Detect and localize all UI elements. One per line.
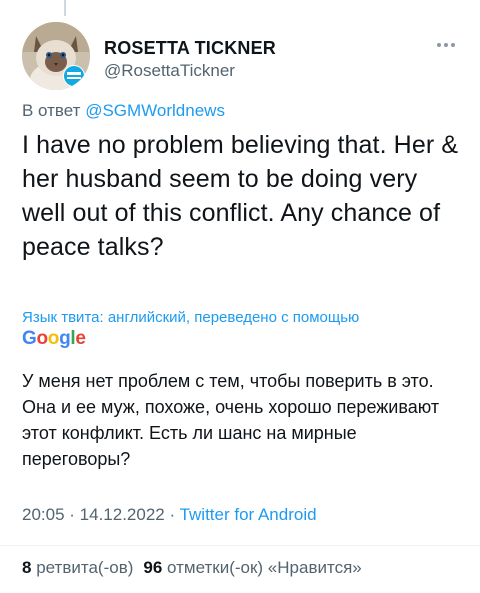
- tweet-meta: 20:05 · 14.12.2022 · Twitter for Android: [22, 504, 317, 526]
- retweets-label: ретвита(-ов): [36, 558, 134, 577]
- retweets-stat[interactable]: 8 ретвита(-ов): [22, 558, 133, 577]
- thread-connector-line: [64, 0, 66, 16]
- translated-tweet-text: У меня нет проблем с тем, чтобы поверить…: [22, 371, 440, 469]
- retweets-count: 8: [22, 558, 32, 577]
- avatar[interactable]: [22, 22, 90, 90]
- google-logo[interactable]: Google: [22, 327, 86, 351]
- tweet-stats: 8 ретвита(-ов) 96 отметки(-ок) «Нравится»: [22, 557, 362, 579]
- tweet-date[interactable]: 14.12.2022: [80, 505, 165, 524]
- likes-stat[interactable]: 96 отметки(-ок) «Нравится»: [143, 558, 361, 577]
- tweet-header: ROSETTA TICKNER @RosettaTickner: [22, 22, 464, 92]
- more-options-button[interactable]: [432, 36, 460, 54]
- meta-separator: ·: [164, 505, 180, 524]
- reply-context: В ответ @SGMWorldnews: [22, 100, 225, 122]
- tweet-text: I have no problem believing that. Her & …: [22, 131, 459, 261]
- user-block: ROSETTA TICKNER @RosettaTickner: [104, 37, 276, 82]
- divider: [0, 545, 480, 546]
- reply-prefix: В ответ: [22, 101, 81, 120]
- reply-mention-link[interactable]: @SGMWorldnews: [85, 101, 225, 120]
- tweet-source-link[interactable]: Twitter for Android: [180, 505, 317, 524]
- user-handle[interactable]: @RosettaTickner: [104, 60, 276, 82]
- likes-label: отметки(-ок) «Нравится»: [167, 558, 362, 577]
- tweet-time[interactable]: 20:05: [22, 505, 65, 524]
- likes-count: 96: [143, 558, 163, 577]
- avatar-cat-image: [22, 22, 90, 90]
- more-horizontal-icon: [437, 43, 441, 47]
- display-name[interactable]: ROSETTA TICKNER: [104, 37, 276, 59]
- translation-note[interactable]: Язык твита: английский, переведено с пом…: [22, 309, 359, 327]
- meta-separator: ·: [64, 505, 80, 524]
